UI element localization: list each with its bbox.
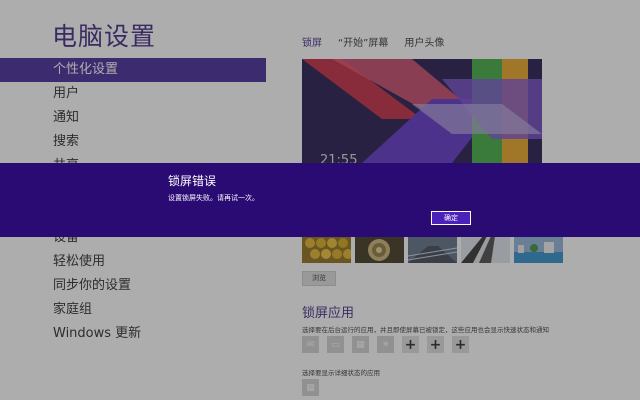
error-dialog: 锁屏错误 设置锁屏失败。请再试一次。 确定 bbox=[0, 163, 640, 237]
ok-button[interactable]: 确定 bbox=[431, 211, 471, 225]
dialog-title: 锁屏错误 bbox=[168, 174, 217, 188]
dialog-message: 设置锁屏失败。请再试一次。 bbox=[168, 194, 259, 202]
